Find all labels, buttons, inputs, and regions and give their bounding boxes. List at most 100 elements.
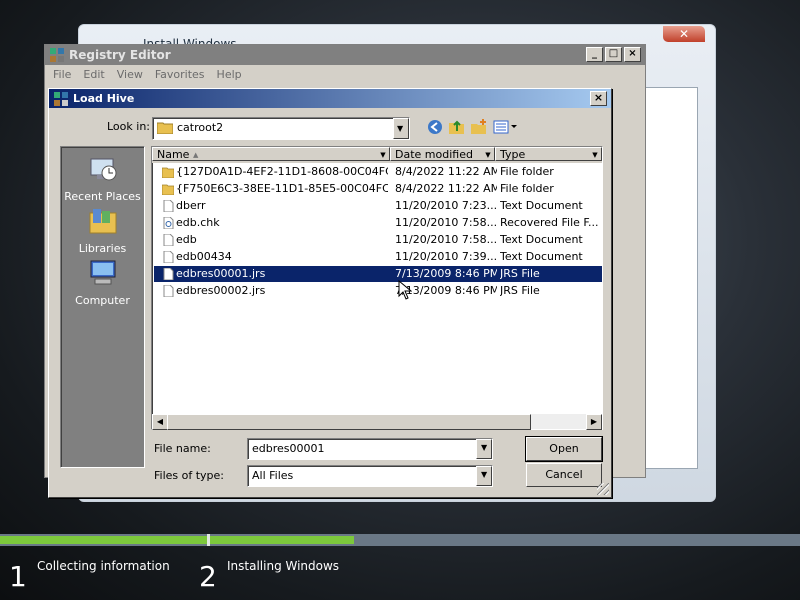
dialog-titlebar: Load Hive × xyxy=(49,89,611,108)
cancel-button[interactable]: Cancel xyxy=(526,463,602,487)
scroll-thumb[interactable] xyxy=(167,414,531,430)
file-type-label: Files of type: xyxy=(154,469,225,482)
registry-title: Registry Editor xyxy=(69,48,171,62)
column-name-label: Name xyxy=(157,148,190,161)
file-type: File folder xyxy=(500,182,554,195)
file-date: 11/20/2010 7:39... xyxy=(395,250,497,263)
file-name: edb00434 xyxy=(176,250,232,263)
place-recent-label: Recent Places xyxy=(64,190,141,203)
file-date: 8/4/2022 11:22 AM xyxy=(395,182,497,195)
file-name: edb xyxy=(176,233,197,246)
look-in-combo[interactable]: catroot2 ▼ xyxy=(152,117,410,140)
chevron-down-icon[interactable]: ▼ xyxy=(482,149,494,162)
column-date-label: Date modified xyxy=(395,148,473,161)
menu-file[interactable]: File xyxy=(53,68,71,81)
chevron-down-icon[interactable]: ▼ xyxy=(589,149,601,162)
menu-bar: File Edit View Favorites Help xyxy=(45,65,645,83)
install-close-button[interactable]: ✕ xyxy=(663,26,705,42)
new-folder-icon[interactable] xyxy=(471,119,487,135)
menu-edit[interactable]: Edit xyxy=(83,68,104,81)
column-date[interactable]: Date modified ▼ xyxy=(390,147,495,161)
file-name: {127D0A1D-4EF2-11D1-8608-00C04FC2... xyxy=(176,165,388,178)
libraries-icon xyxy=(89,209,116,234)
horizontal-scrollbar[interactable]: ◀ ▶ xyxy=(152,414,602,430)
minimize-button[interactable]: _ xyxy=(586,47,603,62)
chevron-down-icon[interactable]: ▼ xyxy=(476,439,492,459)
place-libraries[interactable]: Libraries xyxy=(61,205,144,255)
file-name: {F750E6C3-38EE-11D1-85E5-00C04FC2... xyxy=(176,182,388,195)
progress-step2-fill xyxy=(210,536,354,544)
progress-step1-fill xyxy=(0,536,207,544)
step-2-label: Installing Windows xyxy=(227,559,340,573)
file-type: File folder xyxy=(500,165,554,178)
file-row[interactable]: edbres00002.jrs 7/13/2009 8:46 PM JRS File xyxy=(154,283,602,299)
folder-icon xyxy=(162,184,174,195)
toolbar xyxy=(427,119,519,135)
file-list: Name ▲ ▼ Date modified ▼ Type ▼ {127D0A1… xyxy=(151,146,603,430)
step-1-number: 1 xyxy=(9,560,27,593)
menu-view[interactable]: View xyxy=(117,68,143,81)
file-name-value: edbres00001 xyxy=(252,442,325,455)
menu-help[interactable]: Help xyxy=(217,68,242,81)
back-icon[interactable] xyxy=(427,119,443,135)
file-row[interactable]: dberr 11/20/2010 7:23... Text Document xyxy=(154,198,602,214)
column-name[interactable]: Name ▲ ▼ xyxy=(152,147,390,161)
file-name-input[interactable]: edbres00001 ▼ xyxy=(247,438,493,460)
resize-grip[interactable] xyxy=(597,483,609,495)
file-date: 8/4/2022 11:22 AM xyxy=(395,165,497,178)
column-type-label: Type xyxy=(500,148,526,161)
menu-favorites[interactable]: Favorites xyxy=(155,68,205,81)
scroll-left-icon[interactable]: ◀ xyxy=(152,414,168,430)
look-in-label: Look in: xyxy=(107,120,150,133)
computer-icon xyxy=(90,260,115,285)
file-type: Text Document xyxy=(500,199,583,212)
install-progress-bar xyxy=(0,534,800,546)
file-row[interactable]: edb 11/20/2010 7:58... Text Document xyxy=(154,232,602,248)
maximize-button[interactable]: □ xyxy=(605,47,622,62)
chevron-down-icon[interactable]: ▼ xyxy=(476,466,492,486)
up-folder-icon[interactable] xyxy=(449,119,465,135)
scroll-right-icon[interactable]: ▶ xyxy=(586,414,602,430)
places-bar: Recent Places Libraries Computer xyxy=(60,146,145,468)
mouse-cursor-icon xyxy=(398,280,412,300)
dialog-close-button[interactable]: × xyxy=(590,91,607,106)
file-name: edbres00002.jrs xyxy=(176,284,266,297)
place-recent[interactable]: Recent Places xyxy=(61,153,144,203)
open-button[interactable]: Open xyxy=(525,436,603,462)
column-header: Name ▲ ▼ Date modified ▼ Type ▼ xyxy=(152,147,602,163)
dialog-title: Load Hive xyxy=(73,92,135,105)
step-1-label: Collecting information xyxy=(37,559,170,573)
folder-icon xyxy=(162,167,174,178)
file-row[interactable]: edb00434 11/20/2010 7:39... Text Document xyxy=(154,249,602,265)
jrs-file-icon xyxy=(163,268,174,280)
file-type: JRS File xyxy=(500,284,540,297)
look-in-value: catroot2 xyxy=(177,121,224,134)
recovered-file-icon xyxy=(163,217,174,229)
file-name: edb.chk xyxy=(176,216,220,229)
file-row[interactable]: {127D0A1D-4EF2-11D1-8608-00C04FC2... 8/4/… xyxy=(154,164,602,180)
recent-places-icon xyxy=(90,158,116,181)
file-name: dberr xyxy=(176,199,206,212)
file-row[interactable]: edb.chk 11/20/2010 7:58... Recovered File … xyxy=(154,215,602,231)
registry-editor-icon xyxy=(50,48,64,62)
column-type[interactable]: Type ▼ xyxy=(495,147,602,161)
sort-ascending-icon: ▲ xyxy=(193,151,199,159)
file-row[interactable]: {F750E6C3-38EE-11D1-85E5-00C04FC2... 8/4/… xyxy=(154,181,602,197)
close-button[interactable]: × xyxy=(624,47,641,62)
chevron-down-icon[interactable]: ▼ xyxy=(377,149,389,162)
file-date: 11/20/2010 7:23... xyxy=(395,199,497,212)
file-name-label: File name: xyxy=(154,442,211,455)
place-computer-label: Computer xyxy=(75,294,130,307)
place-computer[interactable]: Computer xyxy=(61,257,144,307)
text-file-icon xyxy=(163,251,174,263)
file-type: Text Document xyxy=(500,233,583,246)
view-menu-icon[interactable] xyxy=(493,119,519,135)
file-date: 11/20/2010 7:58... xyxy=(395,233,497,246)
file-row[interactable]: edbres00001.jrs 7/13/2009 8:46 PM JRS File xyxy=(154,266,602,282)
file-type-select[interactable]: All Files ▼ xyxy=(247,465,493,487)
file-type: Text Document xyxy=(500,250,583,263)
file-type-value: All Files xyxy=(252,469,294,482)
chevron-down-icon[interactable]: ▼ xyxy=(393,118,409,139)
step-2-number: 2 xyxy=(199,560,217,593)
text-file-icon xyxy=(163,234,174,246)
